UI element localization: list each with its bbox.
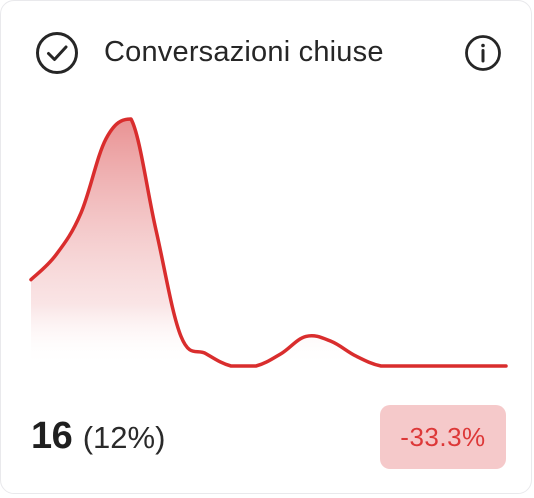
trend-chart: [29, 117, 508, 368]
metric-summary: 16 (12%): [31, 415, 165, 458]
closed-conversations-card: Conversazioni chiuse 16 (12%) -33.3%: [0, 0, 532, 494]
card-title: Conversazioni chiuse: [104, 36, 384, 68]
metric-percent: (12%): [82, 420, 166, 455]
metric-count: 16: [31, 415, 73, 457]
check-circle-icon: [36, 32, 78, 74]
chart-area-fill: [31, 119, 506, 366]
card-header: Conversazioni chiuse: [1, 1, 531, 105]
delta-badge: -33.3%: [380, 405, 506, 469]
info-icon[interactable]: [464, 34, 502, 72]
delta-value: -33.3%: [400, 421, 486, 452]
